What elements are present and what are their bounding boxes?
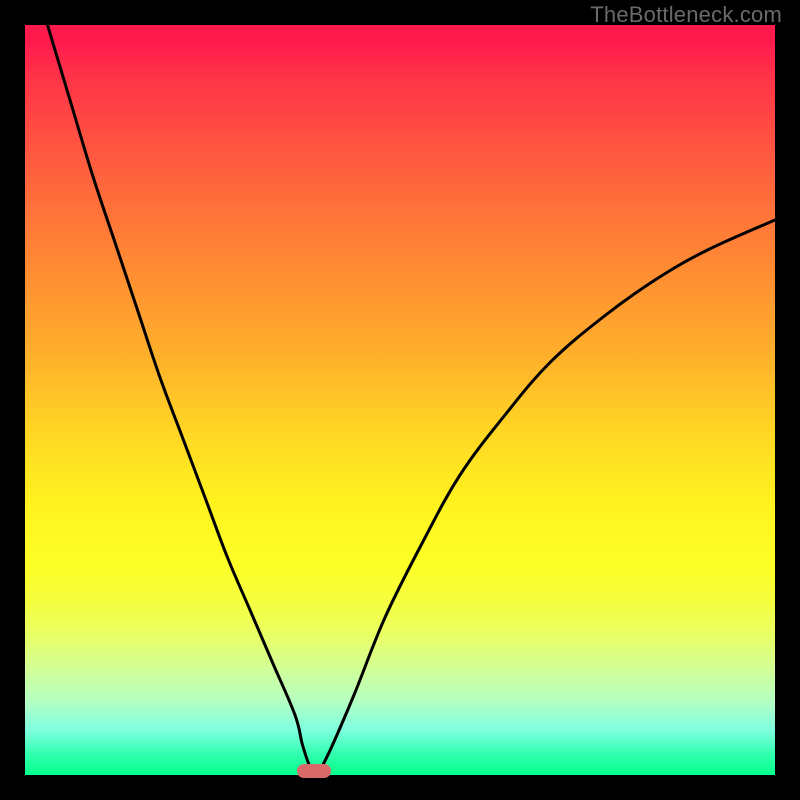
plot-area: [25, 25, 775, 775]
bottleneck-curve: [25, 25, 775, 775]
watermark-text: TheBottleneck.com: [590, 2, 782, 28]
optimal-marker: [297, 764, 331, 778]
